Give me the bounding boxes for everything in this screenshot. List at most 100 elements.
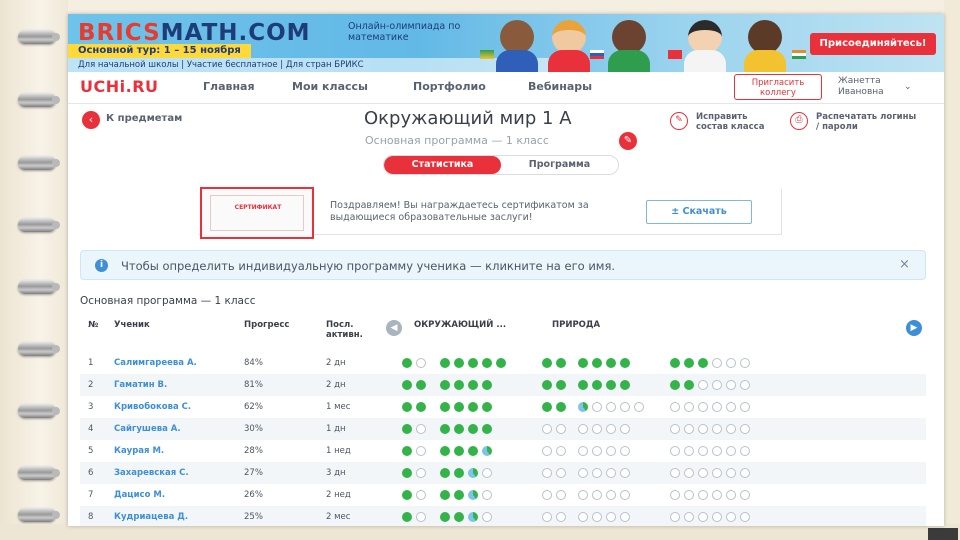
lesson-progress-dot[interactable] [556,402,566,412]
lesson-progress-dot[interactable] [726,358,736,368]
lesson-progress-dot[interactable] [698,424,708,434]
lesson-progress-dot[interactable] [684,424,694,434]
lesson-progress-dot[interactable] [592,424,602,434]
lesson-progress-dot[interactable] [740,446,750,456]
table-row[interactable]: 2 Гаматин В. 81% 2 дн [80,374,926,396]
tab-program[interactable]: Программа [501,156,618,174]
lesson-progress-dot[interactable] [454,512,464,522]
nav-item-webinars[interactable]: Вебинары [528,80,592,93]
lesson-progress-dot[interactable] [620,358,630,368]
lesson-progress-dot[interactable] [670,424,680,434]
close-icon[interactable]: × [899,257,910,272]
lesson-progress-dot[interactable] [556,446,566,456]
lesson-progress-dot[interactable] [684,446,694,456]
lesson-progress-dot[interactable] [402,402,412,412]
lesson-progress-dot[interactable] [440,468,450,478]
lesson-progress-dot[interactable] [416,490,426,500]
lesson-progress-dot[interactable] [726,402,736,412]
lesson-progress-dot[interactable] [698,468,708,478]
print-logins-link[interactable]: Распечатать логины / пароли [816,112,920,132]
student-name-link[interactable]: Каурая М. [114,446,164,456]
lesson-progress-dot[interactable] [698,446,708,456]
lesson-progress-dot[interactable] [468,402,478,412]
lesson-progress-dot[interactable] [440,446,450,456]
lesson-progress-dot[interactable] [712,358,722,368]
lesson-progress-dot[interactable] [402,424,412,434]
student-name-link[interactable]: Гаматин В. [114,380,167,390]
lesson-progress-dot[interactable] [542,380,552,390]
lesson-progress-dot[interactable] [726,490,736,500]
lesson-progress-dot[interactable] [482,380,492,390]
lesson-progress-dot[interactable] [482,490,492,500]
lesson-progress-dot[interactable] [416,468,426,478]
table-row[interactable]: 8 Кудриацева Д. 25% 2 мес [80,506,926,526]
lesson-progress-dot[interactable] [740,424,750,434]
lesson-progress-dot[interactable] [468,380,478,390]
lesson-progress-dot[interactable] [606,402,616,412]
lesson-progress-dot[interactable] [454,468,464,478]
lesson-progress-dot[interactable] [440,402,450,412]
lesson-progress-dot[interactable] [556,380,566,390]
lesson-progress-dot[interactable] [606,446,616,456]
table-row[interactable]: 3 Кривобокова С. 62% 1 мес [80,396,926,418]
lesson-progress-dot[interactable] [468,358,478,368]
lesson-progress-dot[interactable] [606,424,616,434]
lesson-progress-dot[interactable] [578,468,588,478]
lesson-progress-dot[interactable] [542,490,552,500]
lesson-progress-dot[interactable] [556,468,566,478]
lesson-progress-dot[interactable] [482,424,492,434]
lesson-progress-dot[interactable] [496,358,506,368]
lesson-progress-dot[interactable] [620,468,630,478]
lesson-progress-dot[interactable] [620,402,630,412]
lesson-progress-dot[interactable] [592,468,602,478]
lesson-progress-dot[interactable] [556,512,566,522]
lesson-progress-dot[interactable] [542,446,552,456]
lesson-progress-dot[interactable] [684,358,694,368]
lesson-progress-dot[interactable] [698,402,708,412]
lesson-progress-dot[interactable] [578,490,588,500]
lesson-progress-dot[interactable] [670,490,680,500]
lesson-progress-dot[interactable] [556,424,566,434]
student-name-link[interactable]: Кривобокова С. [114,402,191,412]
nav-item-home[interactable]: Главная [203,80,255,93]
lesson-progress-dot[interactable] [698,380,708,390]
lesson-progress-dot[interactable] [670,468,680,478]
lesson-progress-dot[interactable] [726,380,736,390]
lesson-progress-dot[interactable] [684,468,694,478]
lesson-progress-dot[interactable] [726,512,736,522]
lesson-progress-dot[interactable] [468,490,478,500]
lesson-progress-dot[interactable] [712,468,722,478]
lesson-progress-dot[interactable] [620,446,630,456]
lesson-progress-dot[interactable] [440,358,450,368]
lesson-progress-dot[interactable] [578,446,588,456]
lesson-progress-dot[interactable] [592,490,602,500]
lesson-progress-dot[interactable] [726,424,736,434]
lesson-progress-dot[interactable] [402,380,412,390]
lesson-progress-dot[interactable] [698,358,708,368]
lesson-progress-dot[interactable] [416,402,426,412]
lesson-progress-dot[interactable] [454,380,464,390]
table-row[interactable]: 7 Дацисо М. 26% 2 нед [80,484,926,506]
lesson-progress-dot[interactable] [542,468,552,478]
lesson-progress-dot[interactable] [416,424,426,434]
back-to-subjects-link[interactable]: К предметам [106,113,182,124]
lesson-progress-dot[interactable] [740,512,750,522]
edit-class-icon[interactable]: ✎ [670,112,688,130]
lesson-progress-dot[interactable] [542,402,552,412]
lesson-progress-dot[interactable] [402,358,412,368]
lesson-progress-dot[interactable] [440,490,450,500]
column-header-student[interactable]: Ученик [114,320,150,330]
lesson-progress-dot[interactable] [592,512,602,522]
user-menu[interactable]: Жанетта Ивановна [838,76,902,98]
lesson-progress-dot[interactable] [402,490,412,500]
student-name-link[interactable]: Кудриацева Д. [114,512,188,522]
lesson-progress-dot[interactable] [416,512,426,522]
lesson-progress-dot[interactable] [726,446,736,456]
lesson-progress-dot[interactable] [712,490,722,500]
lesson-progress-dot[interactable] [620,424,630,434]
lesson-progress-dot[interactable] [740,380,750,390]
lesson-progress-dot[interactable] [578,424,588,434]
lesson-progress-dot[interactable] [454,490,464,500]
lesson-progress-dot[interactable] [578,402,588,412]
lesson-progress-dot[interactable] [606,358,616,368]
